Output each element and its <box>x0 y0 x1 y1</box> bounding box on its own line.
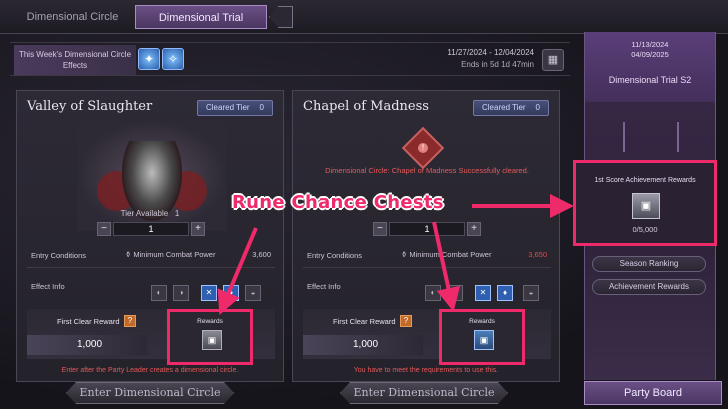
cleared-tier-badge: Cleared Tier 0 <box>197 100 273 116</box>
effect-info-label: Effect Info <box>307 282 341 291</box>
entry-requirement-text: Minimum Combat Power <box>133 250 216 259</box>
entry-warning: You have to meet the requirements to use… <box>353 367 499 374</box>
weekly-ends-in: Ends in 5d 1d 47min <box>461 60 534 69</box>
cleared-tier-label: Cleared Tier <box>206 103 250 112</box>
banner-date-start: 11/13/2024 <box>631 40 669 49</box>
banner-header: 11/13/2024 04/09/2025 Dimensional Trial … <box>585 32 715 102</box>
calendar-icon[interactable]: ▦ <box>542 49 564 71</box>
weekly-effects-label: This Week's Dimensional Circle Effects <box>14 45 136 75</box>
top-tab-bar: Dimensional Circle Dimensional Trial <box>0 0 728 34</box>
entry-requirement-text: Minimum Combat Power <box>409 250 492 259</box>
score-achievement-title: 1st Score Achievement Rewards <box>594 177 696 184</box>
achievement-rewards-button[interactable]: Achievement Rewards <box>592 279 706 295</box>
dungeon-card-valley: Valley of Slaughter Cleared Tier 0 Tier … <box>16 90 284 382</box>
entry-requirement-value: 3,650 <box>528 250 547 259</box>
entry-conditions-label: Entry Conditions <box>307 251 363 260</box>
card-title: Valley of Slaughter <box>27 99 153 114</box>
rewards-label: Rewards <box>197 318 223 325</box>
tier-available-label: Tier Available <box>120 209 169 218</box>
cleared-tier-label: Cleared Tier <box>482 103 526 112</box>
shield-wing-icon[interactable]: ♦ <box>497 285 513 301</box>
rune-chest-icon[interactable]: ▣ <box>474 330 494 350</box>
first-clear-amount: 1,000 <box>303 335 423 355</box>
first-clear-amount: 1,000 <box>27 335 147 355</box>
banner-date-end: 04/09/2025 <box>631 50 669 59</box>
effect-slot-icon[interactable]: ◑ <box>173 285 189 301</box>
effect-info-label: Effect Info <box>31 282 65 291</box>
season-ranking-button[interactable]: Season Ranking <box>592 256 706 272</box>
score-achievement-box: 1st Score Achievement Rewards ▣ 0/5,000 <box>573 160 717 246</box>
rewards-highlight-box: Rewards ▣ <box>167 309 253 365</box>
entry-conditions-label: Entry Conditions <box>31 251 87 260</box>
frost-orb-icon[interactable]: ✧ <box>162 48 184 70</box>
cleared-tier-value: 0 <box>535 103 540 112</box>
card-title: Chapel of Madness <box>303 99 429 114</box>
cleared-tier-value: 0 <box>259 103 264 112</box>
shield-wing-icon[interactable]: ♦ <box>223 285 239 301</box>
weekly-date-range: 11/27/2024 - 12/04/2024 <box>447 48 534 57</box>
entry-requirement-value: 3,600 <box>252 250 271 259</box>
cleared-emblem-icon: ! <box>401 126 445 170</box>
enter-dimensional-circle-button[interactable]: Enter Dimensional Circle <box>340 382 508 404</box>
dungeon-card-chapel: Chapel of Madness Cleared Tier 0 ! Dimen… <box>292 90 560 382</box>
plus-button[interactable]: + <box>467 222 481 236</box>
cross-blades-icon[interactable]: ✕ <box>201 285 217 301</box>
tier-stepper-value[interactable]: 1 <box>389 222 465 236</box>
divider <box>27 267 275 268</box>
tab-dimensional-trial[interactable]: Dimensional Trial <box>135 5 267 29</box>
first-clear-reward-label: First Clear Reward <box>57 317 120 326</box>
score-progress-value: 0/5,000 <box>632 225 658 234</box>
effect-slot-icon[interactable]: ◐ <box>425 285 441 301</box>
first-clear-reward-label: First Clear Reward <box>333 317 396 326</box>
entry-requirement: ⚱ Minimum Combat Power <box>401 250 492 259</box>
tier-available-value: 1 <box>174 209 180 218</box>
minus-button[interactable]: − <box>373 222 387 236</box>
cleared-tier-badge: Cleared Tier 0 <box>473 100 549 116</box>
effect-slot-icon[interactable]: ◒ <box>523 285 539 301</box>
annotation-label: Rune Chance Chests <box>232 192 444 213</box>
help-icon[interactable]: ? <box>124 315 136 327</box>
entry-requirement: ⚱ Minimum Combat Power <box>125 250 216 259</box>
entry-warning: Enter after the Party Leader creates a d… <box>61 367 239 374</box>
weekly-dates: 11/27/2024 - 12/04/2024 Ends in 5d 1d 47… <box>447 48 534 69</box>
party-board-button[interactable]: Party Board <box>584 381 722 405</box>
cleared-message: Dimensional Circle: Chapel of Madness Su… <box>325 166 529 175</box>
tab-dimensional-circle[interactable]: Dimensional Circle <box>10 5 135 29</box>
tier-stepper-value[interactable]: 1 <box>113 222 189 236</box>
plus-button[interactable]: + <box>191 222 205 236</box>
help-icon[interactable]: ? <box>400 315 412 327</box>
lightning-orb-icon[interactable]: ✦ <box>138 48 160 70</box>
minus-button[interactable]: − <box>97 222 111 236</box>
tier-stepper: − 1 + <box>373 222 481 236</box>
rune-chest-icon[interactable]: ▣ <box>202 330 222 350</box>
emblem-core: ! <box>418 143 428 153</box>
enter-dimensional-circle-button[interactable]: Enter Dimensional Circle <box>66 382 234 404</box>
rewards-label: Rewards <box>469 318 495 325</box>
weekly-effects-bar: This Week's Dimensional Circle Effects ✦… <box>10 42 570 76</box>
cross-blades-icon[interactable]: ✕ <box>475 285 491 301</box>
effect-slot-icon[interactable]: ◐ <box>151 285 167 301</box>
collapse-arrow-icon[interactable] <box>269 6 293 28</box>
banner-title: Dimensional Trial S2 <box>608 75 692 85</box>
tier-stepper: − 1 + <box>97 222 205 236</box>
effect-slot-icon[interactable]: ◑ <box>447 285 463 301</box>
effect-slot-icon[interactable]: ◒ <box>245 285 261 301</box>
banner-ornament <box>623 122 679 152</box>
rewards-highlight-box: Rewards ▣ <box>439 309 525 365</box>
rune-chest-icon[interactable]: ▣ <box>632 193 660 219</box>
banner-dates: 11/13/2024 04/09/2025 <box>585 40 715 60</box>
divider <box>303 267 551 268</box>
